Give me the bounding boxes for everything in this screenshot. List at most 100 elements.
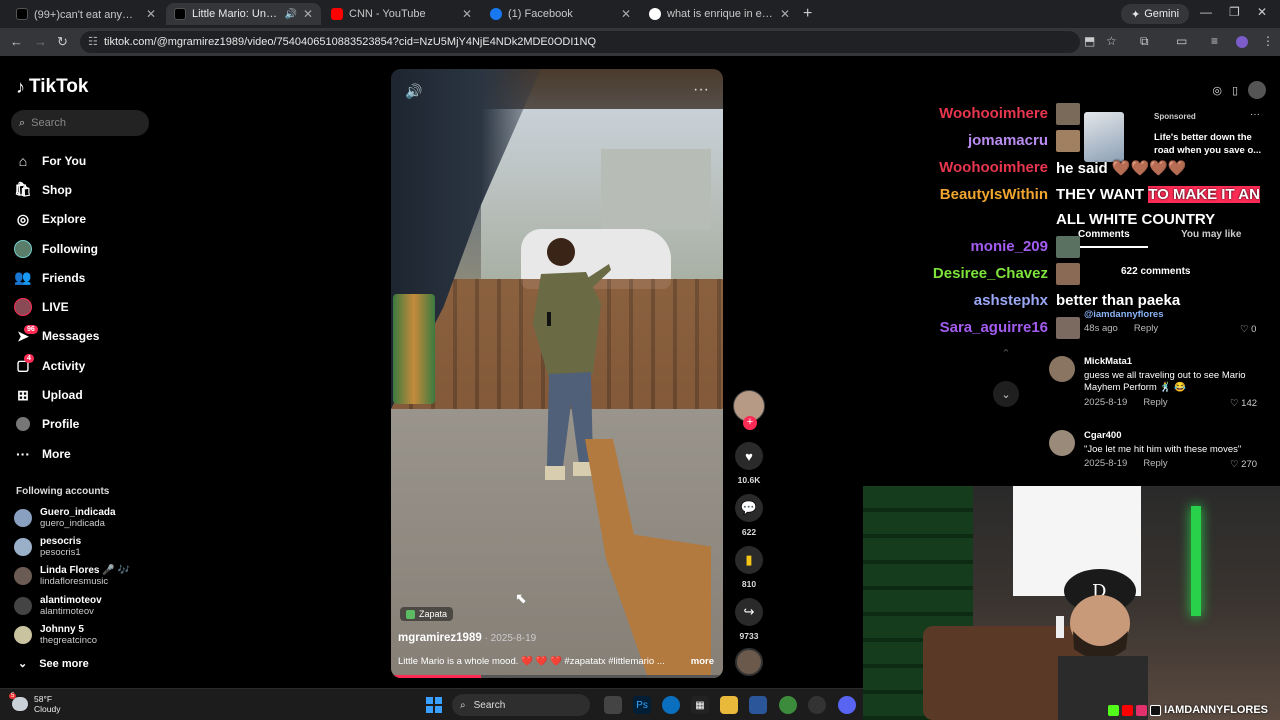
reply-button[interactable]: Reply bbox=[1143, 458, 1167, 469]
video-author[interactable]: mgramirez1989 · 2025-8-19 bbox=[398, 632, 536, 644]
install-app-icon[interactable]: ⬒ bbox=[1084, 34, 1095, 48]
profile-avatar-icon[interactable] bbox=[1236, 36, 1248, 48]
reload-icon[interactable]: ↻ bbox=[57, 34, 68, 50]
avatar[interactable] bbox=[1049, 356, 1075, 382]
menu-icon[interactable]: ⋮ bbox=[1262, 34, 1274, 48]
sidepanel-icon[interactable]: ▭ bbox=[1176, 34, 1187, 48]
sidebar-item-activity[interactable]: ▢ 4 Activity bbox=[14, 351, 99, 380]
minimize-icon[interactable]: — bbox=[1200, 5, 1212, 19]
share-button[interactable]: ↪ 9733 bbox=[733, 598, 765, 641]
search-placeholder: Search bbox=[31, 117, 67, 129]
obs-icon[interactable] bbox=[808, 696, 826, 714]
comment-like-button[interactable]: ♡ 270 bbox=[1230, 459, 1257, 470]
comment-like-button[interactable]: ♡ 142 bbox=[1230, 398, 1257, 409]
speaker-icon[interactable]: 🔊 bbox=[284, 9, 296, 20]
sidebar-item-explore[interactable]: ◎ Explore bbox=[14, 205, 99, 234]
following-account[interactable]: Linda Flores 🎤 🎶 lindafloresmusic bbox=[14, 562, 130, 591]
volume-icon[interactable]: 🔊 bbox=[405, 83, 422, 100]
media-controls-icon[interactable]: ≡ bbox=[1211, 34, 1218, 48]
location-tag[interactable]: Zapata bbox=[400, 607, 454, 621]
browser-tab[interactable]: (99+)can't eat anywhere 🤦‍♀️#fy ✕ bbox=[8, 3, 164, 25]
close-icon[interactable]: ✕ bbox=[146, 7, 156, 21]
chrome-icon[interactable] bbox=[779, 696, 797, 714]
app-icon[interactable] bbox=[749, 696, 767, 714]
like-button[interactable]: ♥ 10.6K bbox=[733, 442, 765, 485]
sidebar-item-profile[interactable]: Profile bbox=[14, 410, 99, 439]
sponsored-image[interactable] bbox=[1084, 112, 1124, 162]
sidebar-item-shop[interactable]: 🛍 Shop bbox=[14, 175, 99, 204]
close-icon[interactable]: ✕ bbox=[462, 7, 472, 21]
tiktok-logo[interactable]: ♪ TikTok bbox=[16, 76, 88, 98]
following-account[interactable]: Johnny 5 thegreatcinco bbox=[14, 620, 130, 649]
account-name: Guero_indicada bbox=[40, 506, 116, 518]
task-view-icon[interactable] bbox=[604, 696, 622, 714]
see-more-button[interactable]: ⌄ See more bbox=[18, 657, 89, 671]
file-explorer-icon[interactable] bbox=[720, 696, 738, 714]
forward-icon[interactable]: → bbox=[34, 34, 47, 49]
comment-like-button[interactable]: ♡ 0 bbox=[1240, 324, 1256, 335]
bookmark-star-icon[interactable]: ☆ bbox=[1106, 34, 1117, 48]
sound-disc[interactable] bbox=[733, 648, 765, 676]
comment-user[interactable]: MickMata1 bbox=[1084, 356, 1259, 367]
avatar[interactable] bbox=[1049, 430, 1075, 456]
store-icon[interactable]: ▦ bbox=[691, 696, 709, 714]
tab-comments[interactable]: Comments bbox=[1078, 229, 1130, 240]
edge-icon[interactable] bbox=[662, 696, 680, 714]
browser-tab[interactable]: what is enrique in english - Go ✕ bbox=[641, 3, 798, 25]
sidebar-item-messages[interactable]: ➤ 96 Messages bbox=[14, 322, 99, 351]
new-tab-icon[interactable]: + bbox=[803, 5, 812, 23]
window-close-icon[interactable]: ✕ bbox=[1257, 5, 1267, 19]
sponsored-text[interactable]: Life's better down the road when you sav… bbox=[1154, 131, 1266, 157]
previous-video-button[interactable]: ⌃ bbox=[993, 340, 1019, 366]
sidebar-item-following[interactable]: Following bbox=[14, 234, 99, 263]
weather-widget[interactable]: 5 58°F Cloudy bbox=[9, 693, 60, 714]
video-player[interactable]: 🔊 ··· Zapata mgramirez1989 · 2025-8-19 L… bbox=[391, 69, 723, 678]
save-button[interactable]: ▮ 810 bbox=[733, 546, 765, 589]
address-bar[interactable]: ☷ tiktok.com/@mgramirez1989/video/754040… bbox=[80, 31, 1080, 53]
progress-fill bbox=[391, 675, 481, 678]
photoshop-icon[interactable]: Ps bbox=[633, 696, 651, 714]
windows-start-icon[interactable] bbox=[426, 697, 442, 713]
comment-button[interactable]: 💬 622 bbox=[733, 494, 765, 537]
tab-you-may-like[interactable]: You may like bbox=[1181, 229, 1241, 240]
taskbar-search[interactable]: ⌕ Search bbox=[452, 694, 590, 716]
sidebar-item-more[interactable]: ··· More bbox=[14, 439, 99, 468]
search-input[interactable]: ⌕ Search bbox=[11, 110, 149, 136]
reply-button[interactable]: Reply bbox=[1134, 323, 1158, 334]
discord-icon[interactable] bbox=[838, 696, 856, 714]
browser-tab[interactable]: (1) Facebook ✕ bbox=[482, 3, 639, 25]
browser-tab[interactable]: CNN - YouTube ✕ bbox=[323, 3, 480, 25]
close-icon[interactable]: ✕ bbox=[780, 7, 790, 21]
video-progress-bar[interactable] bbox=[391, 675, 723, 678]
search-icon: ⌕ bbox=[19, 116, 26, 129]
phone-icon[interactable]: ▯ bbox=[1232, 84, 1238, 97]
close-icon[interactable]: ✕ bbox=[621, 7, 631, 21]
more-options-icon[interactable]: ··· bbox=[1250, 109, 1260, 120]
sidebar-item-friends[interactable]: 👥 Friends bbox=[14, 263, 99, 292]
reply-button[interactable]: Reply bbox=[1143, 397, 1167, 408]
gemini-button[interactable]: ✦ Gemini bbox=[1121, 4, 1190, 24]
next-video-button[interactable]: ⌄ bbox=[993, 381, 1019, 407]
comment-item: @iamdannyflores 48s ago Reply bbox=[1084, 309, 1163, 334]
profile-avatar[interactable] bbox=[1248, 81, 1266, 99]
comment-user[interactable]: Cgar400 bbox=[1084, 430, 1264, 441]
site-info-icon[interactable]: ☷ bbox=[88, 35, 98, 48]
following-account[interactable]: Guero_indicada guero_indicada bbox=[14, 503, 130, 532]
following-account[interactable]: pesocris pesocris1 bbox=[14, 532, 130, 561]
sidebar-item-live[interactable]: LIVE bbox=[14, 292, 99, 321]
follow-plus-icon[interactable]: + bbox=[743, 416, 757, 430]
comment-user[interactable]: @iamdannyflores bbox=[1084, 309, 1163, 320]
extensions-icon[interactable]: ⧉ bbox=[1140, 34, 1149, 49]
sidebar-item-upload[interactable]: ⊞ Upload bbox=[14, 380, 99, 409]
caption-more-button[interactable]: more bbox=[691, 656, 714, 667]
creator-avatar[interactable]: + bbox=[733, 390, 765, 430]
restore-icon[interactable]: ❐ bbox=[1229, 5, 1240, 19]
following-account[interactable]: alantimoteov alantimoteov bbox=[14, 591, 130, 620]
compass-icon[interactable]: ◎ bbox=[1212, 84, 1222, 97]
sidebar-item-for-you[interactable]: ⌂ For You bbox=[14, 146, 99, 175]
back-icon[interactable]: ← bbox=[10, 34, 23, 49]
more-options-icon[interactable]: ··· bbox=[693, 81, 709, 99]
author-name[interactable]: mgramirez1989 bbox=[398, 632, 482, 644]
close-icon[interactable]: ✕ bbox=[303, 7, 313, 21]
browser-tab-active[interactable]: Little Mario: Un Mood Únic 🔊 ✕ bbox=[166, 3, 321, 25]
